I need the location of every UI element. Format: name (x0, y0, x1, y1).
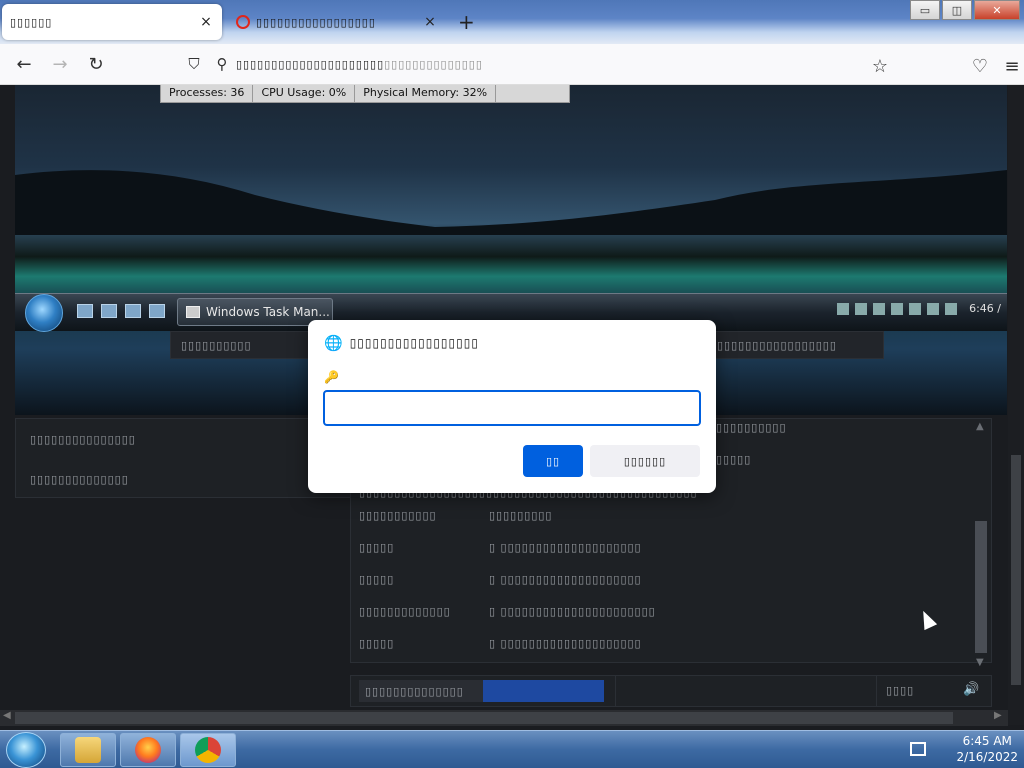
scrollbar-thumb[interactable] (1011, 455, 1021, 685)
internet-explorer-icon[interactable] (125, 304, 141, 318)
tab-inactive[interactable]: ▯▯▯▯▯▯▯▯▯▯▯▯▯▯▯▯▯ × (228, 4, 446, 40)
tray-icon[interactable] (909, 302, 922, 315)
panel-scrollbar[interactable]: ▲ ▼ (973, 421, 989, 668)
back-icon[interactable]: ← (10, 50, 38, 78)
host-clock[interactable]: 6:45 AM 2/16/2022 (956, 733, 1018, 765)
new-tab-button[interactable]: + (458, 10, 475, 34)
file-explorer-button[interactable] (60, 733, 116, 767)
volume-icon[interactable]: 🔊 (963, 682, 979, 697)
host-taskbar: 6:45 AM 2/16/2022 (0, 730, 1024, 768)
dialog-header: 🌐 ▯▯▯▯▯▯▯▯▯▯▯▯▯▯▯▯▯ (324, 334, 479, 352)
url-bar[interactable]: ⛉ ⚲ ▯▯▯▯▯▯▯▯▯▯▯▯▯▯▯▯▯▯▯▯▯▯▯▯▯▯▯▯▯▯▯▯▯▯▯ (180, 48, 880, 80)
list-item: ▯▯▯▯▯▯▯▯▯▯▯ ▯▯▯▯▯▯▯▯▯ (359, 509, 553, 522)
tab-title: ▯▯▯▯▯▯▯▯▯▯▯▯▯▯▯▯▯ (256, 15, 376, 29)
bookmark-star-icon[interactable]: ☆ (866, 52, 894, 80)
bottom-bar: ▯▯▯▯▯▯▯▯▯▯▯▯▯▯ ▯▯▯▯ 🔊 (350, 675, 992, 707)
restore-button[interactable]: ◫ (942, 0, 972, 20)
dialog-title: ▯▯▯▯▯▯▯▯▯▯▯▯▯▯▯▯▯ (349, 336, 479, 350)
remote-clock: 6:46 / (969, 302, 1001, 315)
url-text: ▯▯▯▯▯▯▯▯▯▯▯▯▯▯▯▯▯▯▯▯▯▯▯▯▯▯▯▯▯▯▯▯▯▯▯ (236, 57, 483, 71)
tray-icon[interactable] (837, 302, 850, 315)
list-item: ▯▯▯▯▯▯▯▯▯▯▯▯▯ ▯ ▯▯▯▯▯▯▯▯▯▯▯▯▯▯▯▯▯▯▯▯▯▯ (359, 605, 656, 618)
menu-icon[interactable]: ≡ (998, 52, 1024, 80)
show-desktop-icon[interactable] (77, 304, 93, 318)
divider (876, 676, 877, 706)
task-manager-status-bar: Processes: 36 CPU Usage: 0% Physical Mem… (160, 85, 570, 103)
close-tab-icon[interactable]: × (422, 14, 438, 30)
processes-count: Processes: 36 (161, 85, 254, 102)
mountains-graphic (15, 170, 1007, 235)
left-panel: ▯▯▯▯▯▯▯▯▯▯▯▯▯▯▯ ▯▯▯▯▯▯▯▯▯▯▯▯▯▯ (15, 418, 355, 498)
form-label-left: ▯▯▯▯▯▯▯▯▯▯ (170, 331, 310, 359)
ok-button[interactable]: ▯▯ (523, 445, 583, 477)
divider (615, 676, 616, 706)
network-icon[interactable] (927, 302, 940, 315)
start-orb-icon[interactable] (6, 732, 46, 768)
scroll-right-icon[interactable]: ▶ (994, 710, 1002, 721)
page-vertical-scrollbar[interactable] (1008, 85, 1024, 725)
progress-field[interactable]: ▯▯▯▯▯▯▯▯▯▯▯▯▯▯ (359, 680, 604, 702)
bottom-label: ▯▯▯▯ (886, 684, 915, 697)
remote-start-orb-icon[interactable] (25, 294, 63, 332)
list-item[interactable]: ▯▯▯▯▯▯▯▯▯▯▯▯▯▯ (16, 459, 354, 499)
opera-logo-icon (236, 15, 250, 29)
tray-icon[interactable] (873, 302, 886, 315)
firefox-icon (135, 737, 161, 763)
list-item[interactable]: ▯▯▯▯▯▯▯▯▯▯▯▯▯▯▯ (16, 419, 354, 459)
media-icon[interactable] (149, 304, 165, 318)
right-panel-header: ▯▯▯▯▯▯▯▯▯▯ (716, 421, 787, 434)
tab-active[interactable]: ▯▯▯▯▯▯ × (2, 4, 222, 40)
form-label-right: ▯▯▯▯▯▯▯▯▯▯▯▯▯▯▯▯▯ (706, 331, 884, 359)
reload-icon[interactable]: ↻ (82, 50, 110, 78)
shield-icon[interactable]: ⛉ (180, 55, 208, 73)
remote-system-tray: 6:46 / (837, 302, 1007, 315)
scrollbar-thumb[interactable] (15, 712, 953, 724)
scroll-up-icon[interactable]: ▲ (976, 421, 984, 432)
page-horizontal-scrollbar[interactable]: ◀ ▶ (0, 710, 1008, 726)
list-item: ▯▯▯▯▯ ▯ ▯▯▯▯▯▯▯▯▯▯▯▯▯▯▯▯▯▯▯▯ (359, 541, 642, 554)
folder-icon (75, 737, 101, 763)
pocket-icon[interactable]: ♡ (966, 52, 994, 80)
network-icon[interactable] (910, 742, 927, 756)
minimize-button[interactable]: ▭ (910, 0, 940, 20)
tray-icon[interactable] (891, 302, 904, 315)
switch-windows-icon[interactable] (101, 304, 117, 318)
list-item: ▯▯▯▯▯ ▯ ▯▯▯▯▯▯▯▯▯▯▯▯▯▯▯▯▯▯▯▯ (359, 637, 642, 650)
list-item: ▯▯▯▯▯ (716, 453, 752, 466)
list-item: ▯▯▯▯▯ ▯ ▯▯▯▯▯▯▯▯▯▯▯▯▯▯▯▯▯▯▯▯ (359, 573, 642, 586)
close-window-button[interactable]: ✕ (974, 0, 1020, 20)
volume-muted-icon[interactable] (945, 302, 958, 315)
close-tab-icon[interactable]: × (198, 14, 214, 30)
cpu-usage: CPU Usage: 0% (253, 85, 356, 102)
navigation-bar: ← → ↻ ⛉ ⚲ ▯▯▯▯▯▯▯▯▯▯▯▯▯▯▯▯▯▯▯▯▯▯▯▯▯▯▯▯▯▯… (0, 44, 1024, 85)
cancel-button[interactable]: ▯▯▯▯▯▯ (590, 445, 700, 477)
forward-icon[interactable]: → (46, 50, 74, 78)
auth-dialog: 🌐 ▯▯▯▯▯▯▯▯▯▯▯▯▯▯▯▯▯ 🔑 ▯▯ ▯▯▯▯▯▯ (308, 320, 716, 493)
scroll-left-icon[interactable]: ◀ (3, 710, 11, 721)
task-manager-icon (186, 306, 200, 318)
tab-title: ▯▯▯▯▯▯ (10, 15, 53, 29)
chrome-icon (195, 737, 221, 763)
text-selection-highlight (483, 680, 604, 702)
window-controls: ▭ ◫ ✕ (908, 0, 1020, 20)
key-icon: 🔑 (324, 370, 339, 384)
permissions-icon[interactable]: ⚲ (208, 55, 236, 73)
tray-icon[interactable] (855, 302, 868, 315)
host-system-tray: 6:45 AM 2/16/2022 (910, 733, 1018, 765)
chrome-button[interactable] (180, 733, 236, 767)
scroll-down-icon[interactable]: ▼ (976, 657, 984, 668)
remote-quick-launch (77, 304, 173, 318)
password-input[interactable] (323, 390, 701, 426)
firefox-button[interactable] (120, 733, 176, 767)
scrollbar-thumb[interactable] (975, 521, 987, 653)
physical-memory: Physical Memory: 32% (355, 85, 497, 102)
globe-icon: 🌐 (324, 334, 344, 352)
